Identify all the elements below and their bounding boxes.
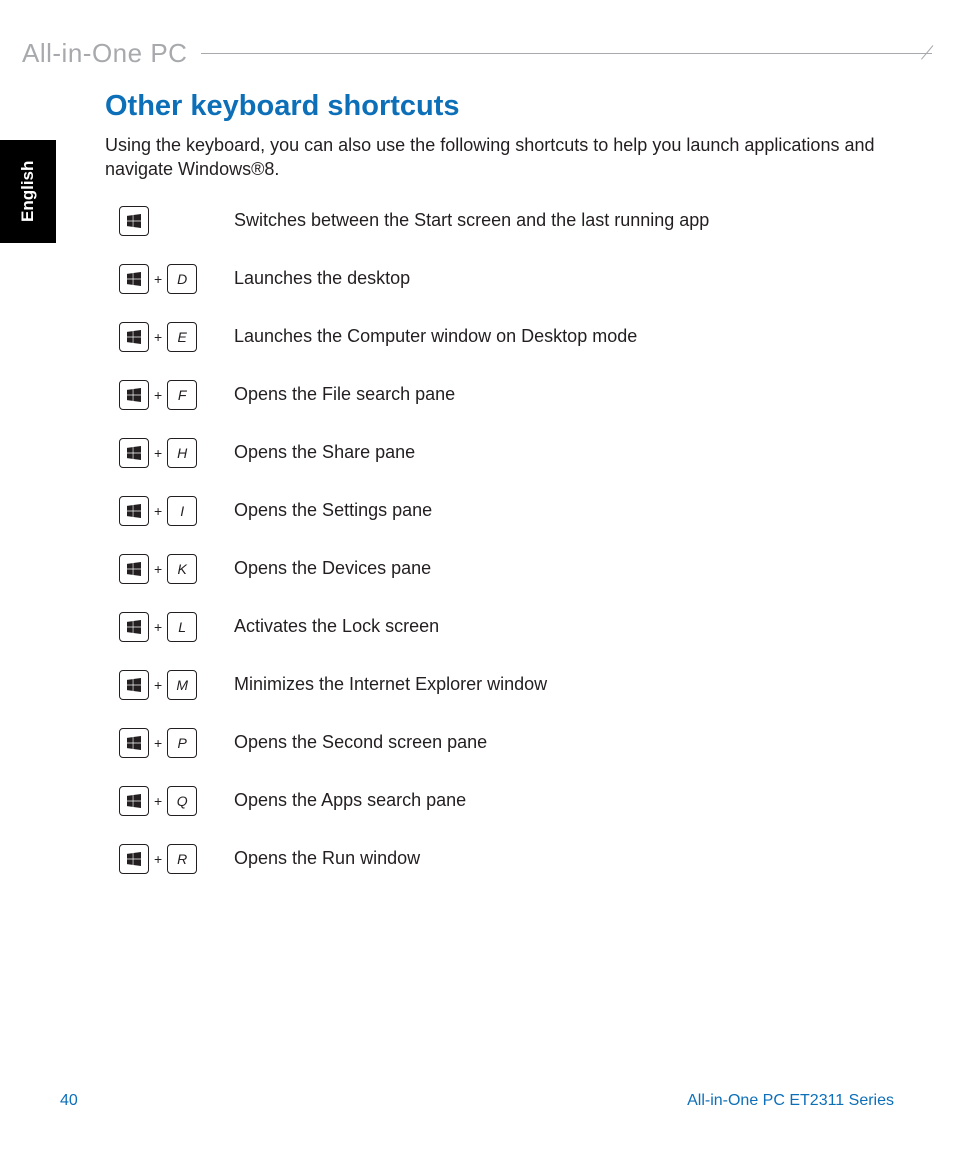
windows-key: [119, 322, 149, 352]
windows-key: [119, 264, 149, 294]
language-tab: English: [0, 140, 56, 243]
series-label: All-in-One PC ET2311 Series: [687, 1092, 894, 1110]
letter-key: Q: [167, 786, 197, 816]
shortcut-keys: +R: [119, 844, 234, 874]
shortcut-list: Switches between the Start screen and th…: [105, 206, 894, 874]
letter-key: P: [167, 728, 197, 758]
shortcut-row: +ELaunches the Computer window on Deskto…: [119, 322, 894, 352]
shortcut-row: +ROpens the Run window: [119, 844, 894, 874]
shortcut-description: Opens the Settings pane: [234, 500, 432, 521]
shortcut-row: +QOpens the Apps search pane: [119, 786, 894, 816]
windows-logo-icon: [127, 562, 141, 576]
shortcut-row: +POpens the Second screen pane: [119, 728, 894, 758]
shortcut-description: Opens the Share pane: [234, 442, 415, 463]
section-intro: Using the keyboard, you can also use the…: [105, 133, 894, 182]
windows-key: [119, 496, 149, 526]
letter-key: K: [167, 554, 197, 584]
page-number: 40: [60, 1092, 78, 1110]
plus-separator: +: [154, 851, 162, 867]
windows-logo-icon: [127, 852, 141, 866]
shortcut-description: Switches between the Start screen and th…: [234, 210, 709, 231]
shortcut-description: Launches the Computer window on Desktop …: [234, 326, 637, 347]
shortcut-keys: +I: [119, 496, 234, 526]
windows-key: [119, 438, 149, 468]
page-header: All-in-One PC: [22, 38, 932, 69]
letter-key: D: [167, 264, 197, 294]
letter-key: F: [167, 380, 197, 410]
shortcut-description: Launches the desktop: [234, 268, 410, 289]
shortcut-description: Opens the Devices pane: [234, 558, 431, 579]
plus-separator: +: [154, 329, 162, 345]
shortcut-row: +MMinimizes the Internet Explorer window: [119, 670, 894, 700]
shortcut-keys: +H: [119, 438, 234, 468]
shortcut-keys: +K: [119, 554, 234, 584]
windows-key: [119, 844, 149, 874]
shortcut-row: +LActivates the Lock screen: [119, 612, 894, 642]
windows-logo-icon: [127, 794, 141, 808]
product-name: All-in-One PC: [22, 38, 187, 69]
shortcut-row: +HOpens the Share pane: [119, 438, 894, 468]
windows-key: [119, 554, 149, 584]
plus-separator: +: [154, 503, 162, 519]
shortcut-description: Opens the Second screen pane: [234, 732, 487, 753]
windows-logo-icon: [127, 388, 141, 402]
windows-logo-icon: [127, 678, 141, 692]
shortcut-keys: +P: [119, 728, 234, 758]
windows-key: [119, 380, 149, 410]
windows-key: [119, 728, 149, 758]
plus-separator: +: [154, 561, 162, 577]
plus-separator: +: [154, 271, 162, 287]
shortcut-description: Opens the Apps search pane: [234, 790, 466, 811]
windows-logo-icon: [127, 736, 141, 750]
shortcut-keys: +E: [119, 322, 234, 352]
shortcut-keys: +F: [119, 380, 234, 410]
plus-separator: +: [154, 793, 162, 809]
windows-key: [119, 670, 149, 700]
plus-separator: +: [154, 445, 162, 461]
letter-key: L: [167, 612, 197, 642]
letter-key: R: [167, 844, 197, 874]
shortcut-keys: +L: [119, 612, 234, 642]
windows-logo-icon: [127, 446, 141, 460]
windows-key: [119, 206, 149, 236]
section-heading: Other keyboard shortcuts: [105, 90, 894, 123]
letter-key: E: [167, 322, 197, 352]
windows-logo-icon: [127, 272, 141, 286]
plus-separator: +: [154, 387, 162, 403]
shortcut-row: +FOpens the File search pane: [119, 380, 894, 410]
shortcut-row: +DLaunches the desktop: [119, 264, 894, 294]
shortcut-keys: +M: [119, 670, 234, 700]
windows-key: [119, 786, 149, 816]
shortcut-row: Switches between the Start screen and th…: [119, 206, 894, 236]
shortcut-keys: +D: [119, 264, 234, 294]
shortcut-row: +IOpens the Settings pane: [119, 496, 894, 526]
shortcut-description: Opens the File search pane: [234, 384, 455, 405]
main-content: Other keyboard shortcuts Using the keybo…: [105, 90, 894, 902]
shortcut-keys: +Q: [119, 786, 234, 816]
header-rule: [201, 53, 932, 54]
windows-logo-icon: [127, 214, 141, 228]
shortcut-row: +KOpens the Devices pane: [119, 554, 894, 584]
windows-key: [119, 612, 149, 642]
letter-key: H: [167, 438, 197, 468]
shortcut-description: Opens the Run window: [234, 848, 420, 869]
windows-logo-icon: [127, 620, 141, 634]
page-footer: 40 All-in-One PC ET2311 Series: [60, 1092, 894, 1110]
letter-key: I: [167, 496, 197, 526]
shortcut-description: Activates the Lock screen: [234, 616, 439, 637]
windows-logo-icon: [127, 330, 141, 344]
shortcut-keys: [119, 206, 234, 236]
shortcut-description: Minimizes the Internet Explorer window: [234, 674, 547, 695]
plus-separator: +: [154, 619, 162, 635]
windows-logo-icon: [127, 504, 141, 518]
plus-separator: +: [154, 735, 162, 751]
letter-key: M: [167, 670, 197, 700]
plus-separator: +: [154, 677, 162, 693]
